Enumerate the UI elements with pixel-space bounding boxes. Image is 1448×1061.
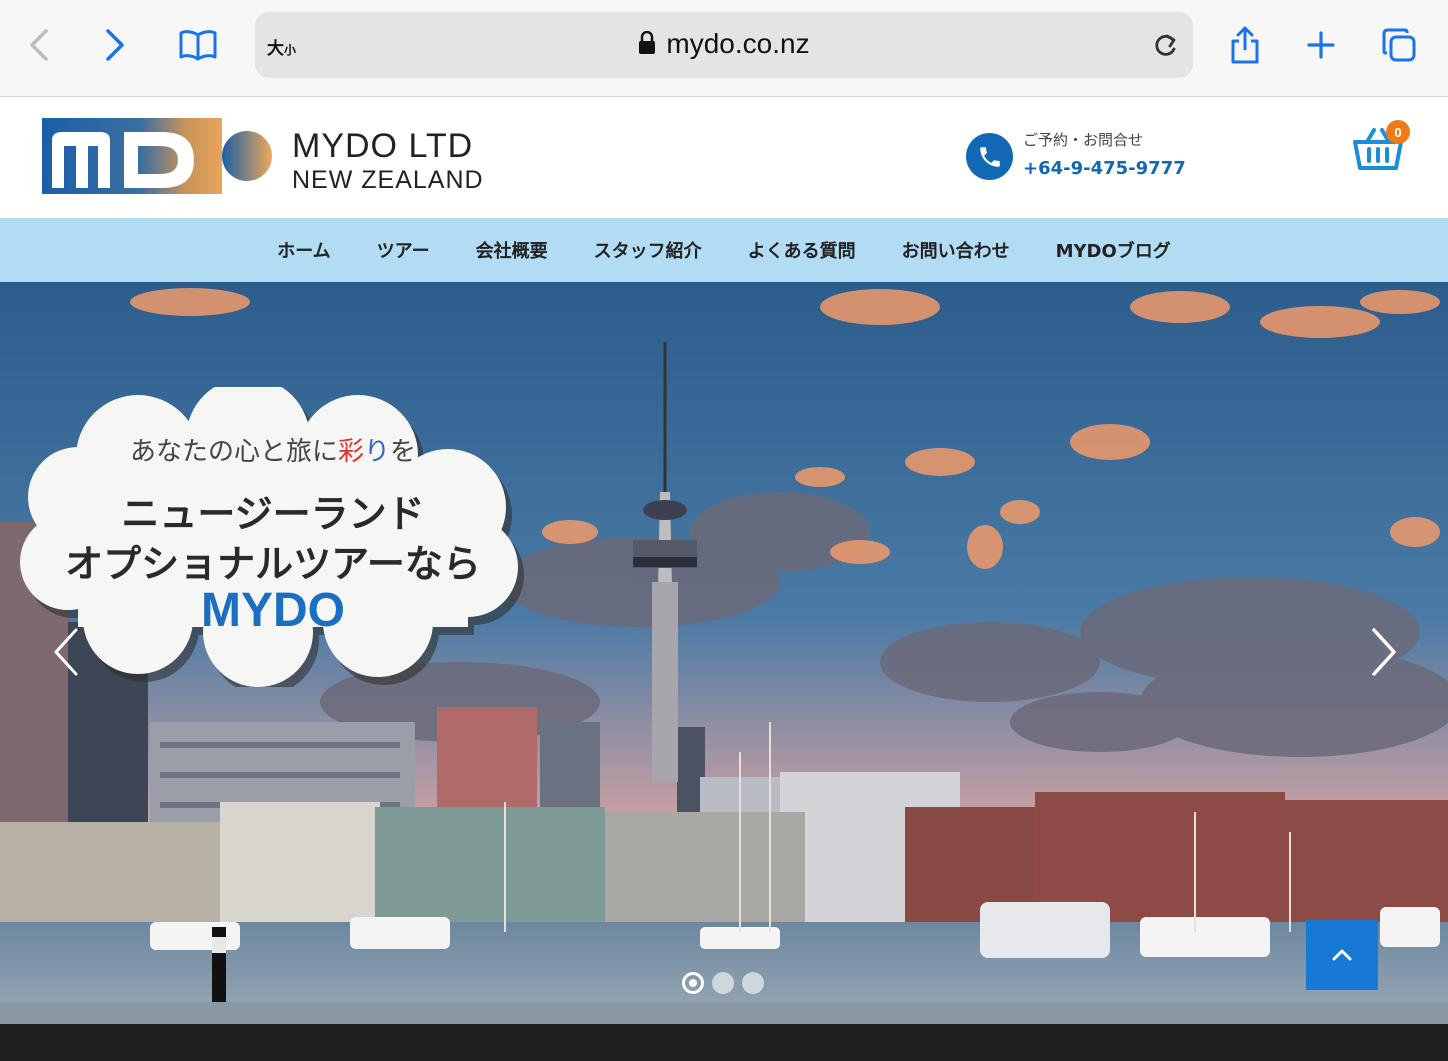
nav-item-faq[interactable]: よくある質問: [725, 237, 879, 263]
footer-bar: [0, 1024, 1448, 1061]
brand-line1: MYDO LTD: [292, 127, 474, 165]
share-icon: [1231, 26, 1259, 64]
brand-name: MYDO LTD NEW ZEALAND: [292, 128, 484, 196]
new-tab-button[interactable]: [1298, 22, 1344, 68]
slider-prev-button[interactable]: [46, 622, 86, 682]
site-header: MYDO LTD NEW ZEALAND ご予約・お問合せ +64-9-475-…: [0, 98, 1448, 218]
browser-toolbar: 大小 mydo.co.nz: [0, 0, 1448, 97]
hero-brand: MYDO: [201, 584, 345, 637]
slider-next-button[interactable]: [1364, 622, 1404, 682]
nav-item-blog[interactable]: MYDOブログ: [1033, 237, 1194, 263]
tabs-icon: [1382, 28, 1416, 62]
main-nav: ホーム ツアー 会社概要 スタッフ紹介 よくある質問 お問い合わせ MYDOブロ…: [0, 218, 1448, 282]
cart-count-badge: 0: [1386, 120, 1410, 144]
nav-item-staff[interactable]: スタッフ紹介: [571, 237, 725, 263]
cart-button[interactable]: 0: [1352, 120, 1410, 176]
nav-item-tours[interactable]: ツアー: [354, 237, 453, 263]
address-bar[interactable]: 大小 mydo.co.nz: [255, 12, 1193, 78]
tabs-button[interactable]: [1376, 22, 1422, 68]
chevron-up-icon: [1332, 949, 1352, 961]
nav-item-contact[interactable]: お問い合わせ: [879, 237, 1033, 263]
forward-button[interactable]: [92, 22, 138, 68]
bookmarks-button[interactable]: [175, 22, 221, 68]
hero-headline-2: オプショナルツアーなら: [65, 542, 481, 586]
bookmarks-icon: [179, 30, 217, 61]
new-tab-icon: [1307, 31, 1335, 59]
chevron-right-icon: [1372, 628, 1396, 676]
reload-icon: [1155, 34, 1176, 56]
contact-label: ご予約・お問合せ: [1023, 131, 1144, 149]
phone-icon: [979, 146, 1000, 167]
slider-dot-2[interactable]: [712, 972, 734, 994]
slider-dots: [682, 972, 764, 994]
hero-headline-1: ニュージーランド: [121, 492, 425, 536]
phone-button[interactable]: [966, 133, 1013, 180]
logo[interactable]: [42, 118, 274, 198]
url-display[interactable]: mydo.co.nz: [255, 28, 1193, 60]
lock-icon: [639, 31, 656, 54]
hero-tagline: あなたの心と旅に彩りを: [129, 437, 417, 467]
phone-number-link[interactable]: +64-9-475-9777: [1023, 158, 1186, 179]
slider-dot-1[interactable]: [682, 972, 704, 994]
hero-slider: あなたの心と旅に彩りを ニュージーランド オプショナルツアーなら MYDO: [0, 282, 1448, 1024]
slider-dot-3[interactable]: [742, 972, 764, 994]
share-button[interactable]: [1222, 22, 1268, 68]
back-button[interactable]: [16, 22, 62, 68]
mydo-logo-icon: [42, 118, 272, 194]
chevron-left-icon: [54, 628, 78, 676]
back-to-top-button[interactable]: [1306, 920, 1378, 990]
nav-item-home[interactable]: ホーム: [254, 237, 353, 263]
reload-button[interactable]: [1151, 30, 1179, 64]
forward-icon: [106, 29, 124, 61]
nav-item-company[interactable]: 会社概要: [453, 237, 571, 263]
back-icon: [30, 29, 48, 61]
brand-line2: NEW ZEALAND: [292, 166, 484, 194]
